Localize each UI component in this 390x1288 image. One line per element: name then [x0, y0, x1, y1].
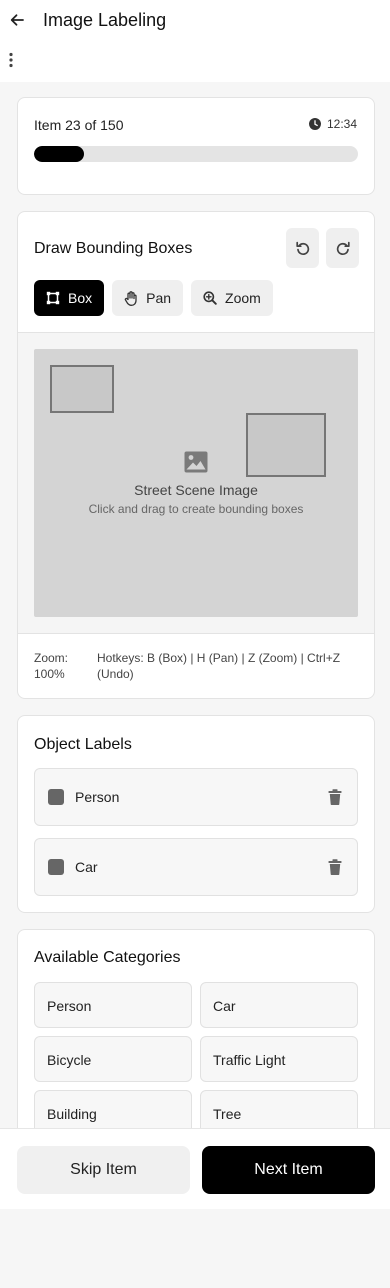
next-item-button[interactable]: Next Item: [202, 1146, 375, 1194]
progress-fill: [34, 146, 84, 162]
clock-icon: [308, 118, 321, 130]
category-button-person[interactable]: Person: [34, 982, 192, 1028]
redo-icon: [336, 241, 350, 256]
canvas-hint: Click and drag to create bounding boxes: [88, 502, 304, 516]
trash-icon: [328, 859, 342, 875]
category-button-traffic-light[interactable]: Traffic Light: [200, 1036, 358, 1082]
categories-title: Available Categories: [34, 949, 181, 966]
timer: 12:34: [308, 117, 357, 131]
trash-icon: [328, 789, 342, 805]
box-tool-button[interactable]: Box: [34, 280, 105, 316]
label-name: Person: [75, 789, 120, 805]
zoom-level: Zoom: 100%: [34, 651, 69, 681]
arrow-left-icon: [10, 14, 24, 26]
delete-label-button[interactable]: [327, 787, 343, 807]
progress-card: Item 23 of 150 12:34: [17, 97, 375, 195]
action-footer: Skip Item Next Item: [0, 1128, 390, 1209]
image-icon: [184, 451, 208, 473]
delete-label-button[interactable]: [327, 857, 343, 877]
box-tool-label: Box: [68, 290, 93, 306]
page-title: Image Labeling: [43, 10, 167, 30]
zoom-in-icon: [203, 291, 217, 305]
hotkeys-hint: Hotkeys: B (Box) | H (Pan) | Z (Zoom) | …: [97, 651, 341, 681]
zoom-tool-button[interactable]: Zoom: [191, 280, 273, 316]
category-button-bicycle[interactable]: Bicycle: [34, 1036, 192, 1082]
redo-button[interactable]: [326, 228, 359, 268]
object-labels-card: Object Labels Person Car: [17, 715, 375, 913]
pan-tool-button[interactable]: Pan: [112, 280, 184, 316]
drawing-card: Draw Bounding Boxes Box Pan Zoom Street …: [17, 211, 375, 699]
bounding-box[interactable]: [50, 365, 114, 413]
label-color-swatch: [48, 789, 64, 805]
more-options-button[interactable]: [2, 50, 20, 70]
label-item[interactable]: Car: [34, 838, 358, 896]
timer-value: 12:34: [326, 117, 357, 131]
undo-icon: [295, 241, 309, 256]
tool-selector: Box Pan Zoom: [34, 280, 273, 316]
category-button-car[interactable]: Car: [200, 982, 358, 1028]
label-name: Car: [75, 859, 98, 875]
top-app-bar: Image Labeling: [0, 0, 390, 82]
categories-card: Available Categories Person Car Bicycle …: [17, 929, 375, 1149]
pan-tool-label: Pan: [146, 290, 172, 306]
box-icon: [46, 291, 60, 305]
canvas-area: Street Scene Image Click and drag to cre…: [18, 332, 374, 634]
drawing-title: Draw Bounding Boxes: [34, 240, 193, 257]
undo-button[interactable]: [286, 228, 319, 268]
hand-icon: [124, 290, 137, 306]
back-button[interactable]: [6, 9, 28, 31]
object-labels-title: Object Labels: [34, 736, 132, 753]
label-color-swatch: [48, 859, 64, 875]
zoom-tool-label: Zoom: [225, 290, 261, 306]
progress-bar: [34, 146, 358, 162]
image-canvas[interactable]: Street Scene Image Click and drag to cre…: [34, 349, 358, 617]
label-item[interactable]: Person: [34, 768, 358, 826]
canvas-placeholder: Street Scene Image Click and drag to cre…: [34, 451, 358, 516]
skip-item-button[interactable]: Skip Item: [17, 1146, 190, 1194]
canvas-image-label: Street Scene Image: [134, 482, 258, 498]
item-counter: Item 23 of 150: [34, 117, 124, 133]
more-vertical-icon: [9, 52, 13, 68]
